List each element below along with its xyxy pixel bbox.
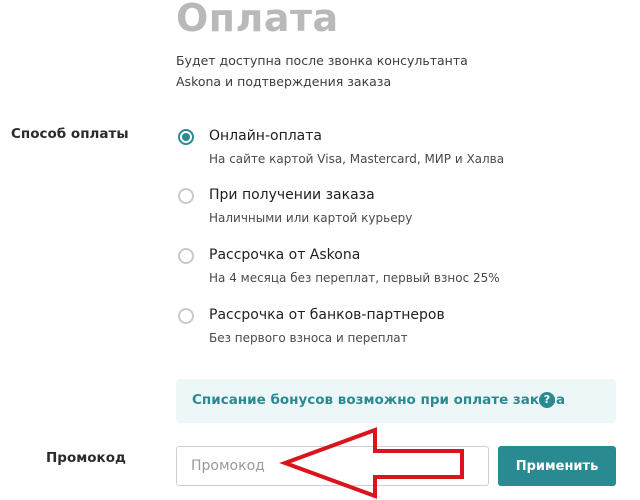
radio-unchecked-icon[interactable]	[178, 188, 194, 204]
payment-option-on-delivery[interactable]: При получении заказа Наличными или карто…	[176, 187, 556, 238]
question-circle-icon[interactable]: ?	[539, 392, 555, 408]
payment-option-description: На сайте картой Visa, Mastercard, МИР и …	[209, 152, 505, 166]
promo-code-input[interactable]	[176, 446, 489, 486]
payment-option-title: Онлайн-оплата	[209, 128, 322, 144]
payment-option-title: Рассрочка от Askona	[209, 247, 361, 263]
payment-option-bank-installment[interactable]: Рассрочка от банков-партнеров Без первог…	[176, 307, 556, 358]
bonus-info-box: Списание бонусов возможно при оплате зак…	[176, 379, 616, 423]
payment-method-label: Способ оплаты	[11, 126, 129, 142]
radio-unchecked-icon[interactable]	[178, 308, 194, 324]
radio-checked-icon[interactable]	[178, 129, 194, 145]
payment-option-description: Наличными или картой курьеру	[209, 211, 413, 225]
radio-unchecked-icon[interactable]	[178, 248, 194, 264]
payment-option-online[interactable]: Онлайн-оплата На сайте картой Visa, Mast…	[176, 128, 556, 179]
payment-option-description: На 4 месяца без переплат, первый взнос 2…	[209, 271, 500, 285]
payment-option-title: Рассрочка от банков-партнеров	[209, 307, 445, 323]
page-subtitle: Будет доступна после звонка консультанта…	[176, 53, 468, 89]
bonus-info-text: Списание бонусов возможно при оплате зак…	[192, 392, 566, 408]
apply-promo-button[interactable]: Применить	[498, 446, 616, 486]
payment-option-description: Без первого взноса и переплат	[209, 331, 408, 345]
payment-option-title: При получении заказа	[209, 187, 375, 203]
promo-code-label: Промокод	[46, 450, 126, 466]
page-title: Оплата	[176, 0, 339, 40]
payment-option-askona-installment[interactable]: Рассрочка от Askona На 4 месяца без пере…	[176, 247, 556, 298]
